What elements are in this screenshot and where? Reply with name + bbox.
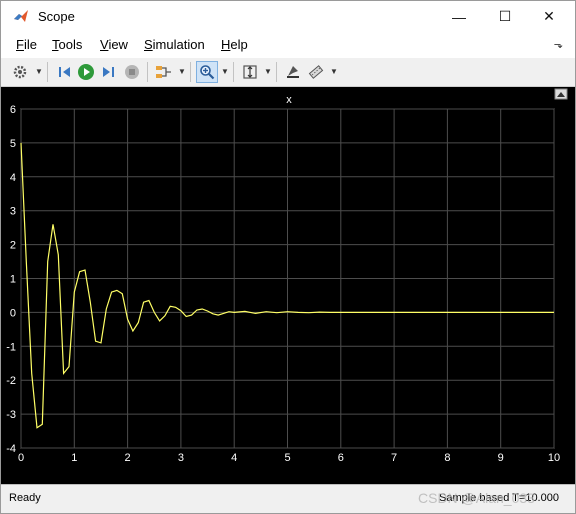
menu-simulation[interactable]: Simulation xyxy=(144,37,205,52)
autoscale-icon[interactable] xyxy=(239,61,261,83)
toolbar-separator xyxy=(276,62,277,82)
y-tick-label: 5 xyxy=(10,138,16,150)
gear-dropdown-icon[interactable]: ▼ xyxy=(35,67,43,76)
x-tick-label: 3 xyxy=(178,452,184,464)
measure-dropdown-icon[interactable]: ▼ xyxy=(330,67,338,76)
x-tick-label: 1 xyxy=(71,452,77,464)
scope-window: Scope — ☐ ✕ File Tools View Simulation H… xyxy=(0,0,576,514)
y-tick-label: -3 xyxy=(6,409,16,421)
stop-icon[interactable] xyxy=(121,61,143,83)
x-tick-label: 9 xyxy=(498,452,504,464)
style-icon[interactable] xyxy=(282,61,304,83)
menu-view[interactable]: View xyxy=(100,37,128,52)
gear-icon[interactable] xyxy=(9,61,31,83)
minimize-button[interactable]: — xyxy=(436,1,482,32)
y-tick-label: -4 xyxy=(6,443,16,455)
step-forward-icon[interactable] xyxy=(98,61,120,83)
dock-icon[interactable]: ⬎ xyxy=(554,38,563,51)
x-tick-label: 8 xyxy=(444,452,450,464)
y-tick-label: -1 xyxy=(6,341,16,353)
y-tick-label: 1 xyxy=(10,274,16,286)
toolbar: ▼ ▼ ▼ ▼ ▼ xyxy=(1,58,575,87)
undock-plot-icon[interactable] xyxy=(554,88,568,100)
scope-plot[interactable]: x 0 1 2 3 4 5 6 7 8 9 10 -4 -3 -2 -1 0 1 2 3 4 5 6 xyxy=(1,87,575,484)
y-tick-label: 2 xyxy=(10,240,16,252)
signal-selector-icon[interactable] xyxy=(153,61,175,83)
autoscale-dropdown-icon[interactable]: ▼ xyxy=(264,67,272,76)
signal-dropdown-icon[interactable]: ▼ xyxy=(178,67,186,76)
x-tick-label: 0 xyxy=(18,452,24,464)
y-tick-label: 6 xyxy=(10,104,16,116)
scope-display[interactable]: x 0 1 2 3 4 5 6 7 8 9 10 -4 -3 -2 -1 0 1 2 3 4 5 6 xyxy=(1,87,575,484)
x-tick-label: 6 xyxy=(338,452,344,464)
plot-grid xyxy=(20,108,555,449)
toolbar-separator xyxy=(190,62,191,82)
step-back-icon[interactable] xyxy=(53,61,75,83)
matlab-logo-icon xyxy=(14,10,28,22)
toolbar-separator xyxy=(233,62,234,82)
y-tick-label: 4 xyxy=(10,172,16,184)
x-tick-label: 7 xyxy=(391,452,397,464)
window-title: Scope xyxy=(38,9,75,24)
x-tick-label: 4 xyxy=(231,452,237,464)
watermark: CSDN @Alan_033 xyxy=(418,490,535,506)
x-tick-label: 2 xyxy=(125,452,131,464)
menu-bar: File Tools View Simulation Help ⬎ xyxy=(1,32,575,59)
tick-labels: 0 1 2 3 4 5 6 7 8 9 10 -4 -3 -2 -1 0 1 2 3 4 5 6 xyxy=(6,104,560,464)
maximize-button[interactable]: ☐ xyxy=(482,1,528,32)
menu-help[interactable]: Help xyxy=(221,37,248,52)
zoom-dropdown-icon[interactable]: ▼ xyxy=(221,67,229,76)
menu-file[interactable]: File xyxy=(16,37,37,52)
menu-tools[interactable]: Tools xyxy=(52,37,82,52)
plot-title: x xyxy=(286,94,292,106)
measure-icon[interactable] xyxy=(305,61,327,83)
toolbar-separator xyxy=(47,62,48,82)
y-tick-label: 3 xyxy=(10,206,16,218)
x-tick-label: 5 xyxy=(284,452,290,464)
y-tick-label: -2 xyxy=(6,375,16,387)
toolbar-separator xyxy=(147,62,148,82)
title-bar[interactable]: Scope — ☐ ✕ xyxy=(1,1,575,32)
status-text: Ready xyxy=(9,492,41,504)
x-tick-label: 10 xyxy=(548,452,560,464)
run-icon[interactable] xyxy=(75,61,97,83)
zoom-icon[interactable] xyxy=(196,61,218,83)
y-tick-label: 0 xyxy=(10,307,16,319)
close-button[interactable]: ✕ xyxy=(526,1,572,32)
